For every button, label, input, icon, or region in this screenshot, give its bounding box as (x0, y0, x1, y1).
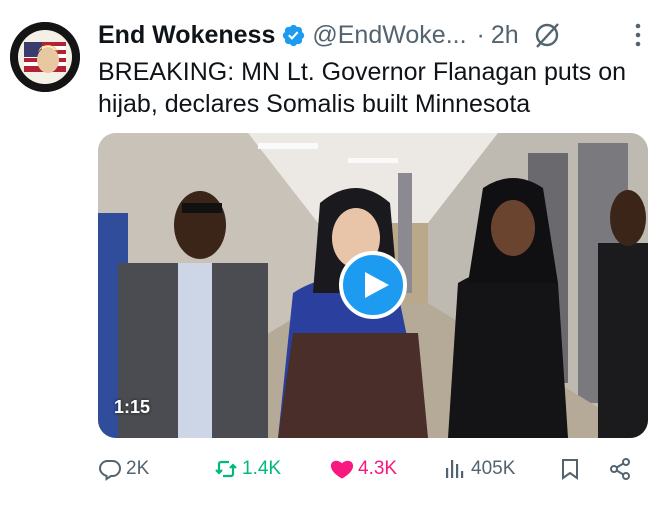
author-handle[interactable]: @EndWoke... (312, 21, 466, 50)
verified-badge-icon (283, 24, 305, 46)
timestamp[interactable]: 2h (491, 21, 519, 50)
like-button[interactable]: 4.3K (330, 452, 397, 486)
repost-button[interactable]: 1.4K (214, 452, 281, 486)
views-button[interactable]: 405K (443, 452, 515, 486)
tweet-text: BREAKING: MN Lt. Governor Flanagan puts … (98, 58, 627, 118)
like-count: 4.3K (358, 458, 398, 479)
views-count: 405K (471, 458, 516, 479)
reply-count: 2K (126, 458, 150, 479)
reply-button[interactable]: 2K (98, 452, 149, 486)
more-options-icon[interactable] (634, 22, 642, 48)
play-icon (364, 272, 389, 298)
video-duration: 1:15 (114, 397, 151, 417)
avatar[interactable] (10, 22, 80, 92)
reply-icon (98, 460, 122, 481)
play-button[interactable] (339, 251, 407, 319)
bookmark-button[interactable] (558, 452, 586, 486)
share-button[interactable] (608, 452, 636, 486)
video-player[interactable]: 1:15 (98, 133, 648, 438)
grok-icon[interactable] (533, 21, 561, 49)
bookmark-icon (562, 459, 578, 480)
tweet-actions-bar: 2K 1.4K 4.3K 405K (98, 452, 658, 486)
like-icon (330, 460, 354, 479)
repost-count: 1.4K (242, 458, 282, 479)
author-name[interactable]: End Wokeness (98, 21, 275, 50)
views-icon (446, 460, 464, 478)
share-icon (610, 458, 630, 480)
tweet-header: End Wokeness @EndWoke... · 2h (98, 18, 658, 52)
separator-dot: · (476, 20, 485, 49)
repost-icon (215, 460, 237, 478)
